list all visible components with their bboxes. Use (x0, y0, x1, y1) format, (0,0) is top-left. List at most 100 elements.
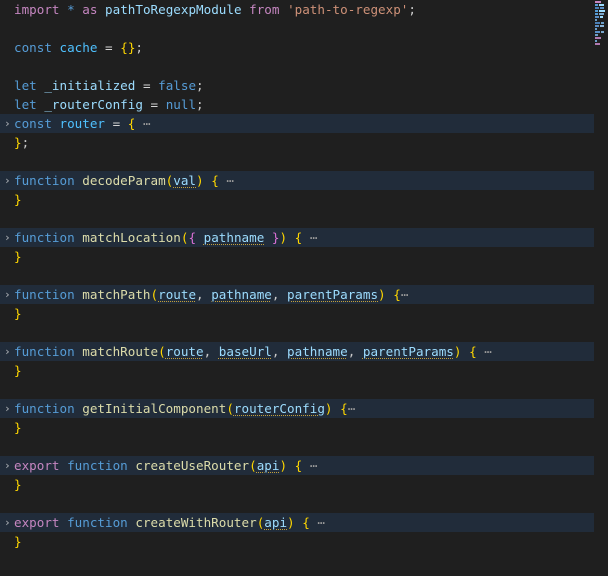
code-token: function (14, 287, 75, 302)
chevron-right-icon[interactable]: › (1, 228, 14, 247)
chevron-right-icon[interactable]: › (1, 285, 14, 304)
code-line[interactable]: › function matchLocation({ pathname }) { … (0, 228, 594, 247)
code-token: , (347, 344, 363, 359)
code-line[interactable]: › function matchRoute(route, baseUrl, pat… (0, 342, 594, 361)
code-token: const (14, 40, 52, 55)
code-token: function (14, 401, 75, 416)
code-line[interactable]: } (0, 361, 594, 380)
code-line[interactable]: › export function createWithRouter(api) {… (0, 513, 594, 532)
minimap[interactable] (594, 0, 608, 576)
code-token: pathToRegexpModule (105, 2, 242, 17)
code-line[interactable]: }; (0, 133, 594, 152)
code-token: } (14, 363, 22, 378)
code-line[interactable]: › const router = { ⋯ (0, 114, 594, 133)
code-line-text: const cache = {}; (14, 38, 143, 57)
minimap-code-block (595, 37, 601, 39)
code-token: } (14, 192, 22, 207)
code-line-text: function getInitialComponent(routerConfi… (14, 399, 356, 418)
code-line[interactable]: import * as pathToRegexpModule from 'pat… (0, 0, 594, 19)
code-line[interactable] (0, 494, 594, 513)
code-token: , (196, 287, 212, 302)
code-line[interactable] (0, 323, 594, 342)
minimap-code-block (601, 31, 604, 33)
code-token: matchRoute (82, 344, 159, 359)
minimap-code-block (600, 16, 603, 18)
unused-parameter-token: baseUrl (218, 344, 272, 359)
code-line-text: export function createWithRouter(api) { … (14, 513, 326, 532)
code-token: , (271, 287, 288, 302)
chevron-right-icon[interactable]: › (1, 342, 14, 361)
code-token: { (120, 40, 128, 55)
unused-parameter-token: val (173, 173, 197, 188)
chevron-right-icon[interactable]: › (1, 114, 14, 133)
unused-parameter-token: api (256, 458, 280, 473)
code-line[interactable]: › function decodeParam(val) { ⋯ (0, 171, 594, 190)
code-line-text: let _routerConfig = null; (14, 95, 204, 114)
code-line-text: } (14, 418, 22, 437)
code-line-text: import * as pathToRegexpModule from 'pat… (14, 0, 416, 19)
code-line[interactable] (0, 57, 594, 76)
code-token: ) (378, 287, 386, 302)
code-token: router (59, 116, 106, 131)
code-token: function (14, 230, 75, 245)
minimap-code-block (595, 34, 598, 36)
chevron-right-icon[interactable]: › (1, 513, 14, 532)
code-line-text: } (14, 532, 22, 551)
code-line[interactable] (0, 551, 594, 570)
code-line[interactable] (0, 437, 594, 456)
code-line[interactable]: } (0, 304, 594, 323)
unused-parameter-token: routerConfig (233, 401, 325, 416)
code-token: 'path-to-regexp' (287, 2, 409, 17)
minimap-code-block (600, 25, 604, 27)
code-token: ( (150, 287, 159, 302)
code-line[interactable]: } (0, 190, 594, 209)
code-line[interactable]: let _routerConfig = null; (0, 95, 594, 114)
code-token: getInitialComponent (82, 401, 227, 416)
unused-parameter-token: parentParams (287, 287, 379, 302)
code-line[interactable]: › function matchPath(route, pathname, par… (0, 285, 594, 304)
code-token: } (14, 135, 22, 150)
code-lines-container[interactable]: import * as pathToRegexpModule from 'pat… (0, 0, 594, 576)
code-token: { (340, 401, 348, 416)
code-line[interactable]: } (0, 418, 594, 437)
minimap-code-block (595, 25, 599, 27)
code-token: = (105, 40, 113, 55)
code-token: { (469, 344, 477, 359)
code-line[interactable]: } (0, 532, 594, 551)
code-token: ) (196, 173, 204, 188)
code-line[interactable] (0, 19, 594, 38)
code-token: function (14, 173, 75, 188)
minimap-code-block (599, 10, 605, 12)
code-line[interactable]: › export function createUseRouter(api) { … (0, 456, 594, 475)
code-line-text: } (14, 475, 22, 494)
chevron-right-icon[interactable]: › (1, 171, 14, 190)
code-token: decodeParam (82, 173, 166, 188)
code-line[interactable] (0, 209, 594, 228)
minimap-code-block (595, 28, 597, 30)
code-line[interactable] (0, 152, 594, 171)
code-line[interactable]: } (0, 475, 594, 494)
code-line[interactable]: const cache = {}; (0, 38, 594, 57)
code-token: export (14, 458, 60, 473)
code-token: function (67, 515, 128, 530)
code-line[interactable]: › function getInitialComponent(routerConf… (0, 399, 594, 418)
chevron-right-icon[interactable]: › (1, 456, 14, 475)
chevron-right-icon[interactable]: › (1, 399, 14, 418)
code-line[interactable]: let _initialized = false; (0, 76, 594, 95)
code-token: ; (135, 40, 143, 55)
code-token: } (14, 420, 22, 435)
code-line-text: function matchLocation({ pathname }) { ⋯ (14, 228, 318, 247)
code-line-text: } (14, 304, 22, 323)
code-line[interactable] (0, 380, 594, 399)
code-line[interactable]: } (0, 247, 594, 266)
code-line[interactable] (0, 266, 594, 285)
